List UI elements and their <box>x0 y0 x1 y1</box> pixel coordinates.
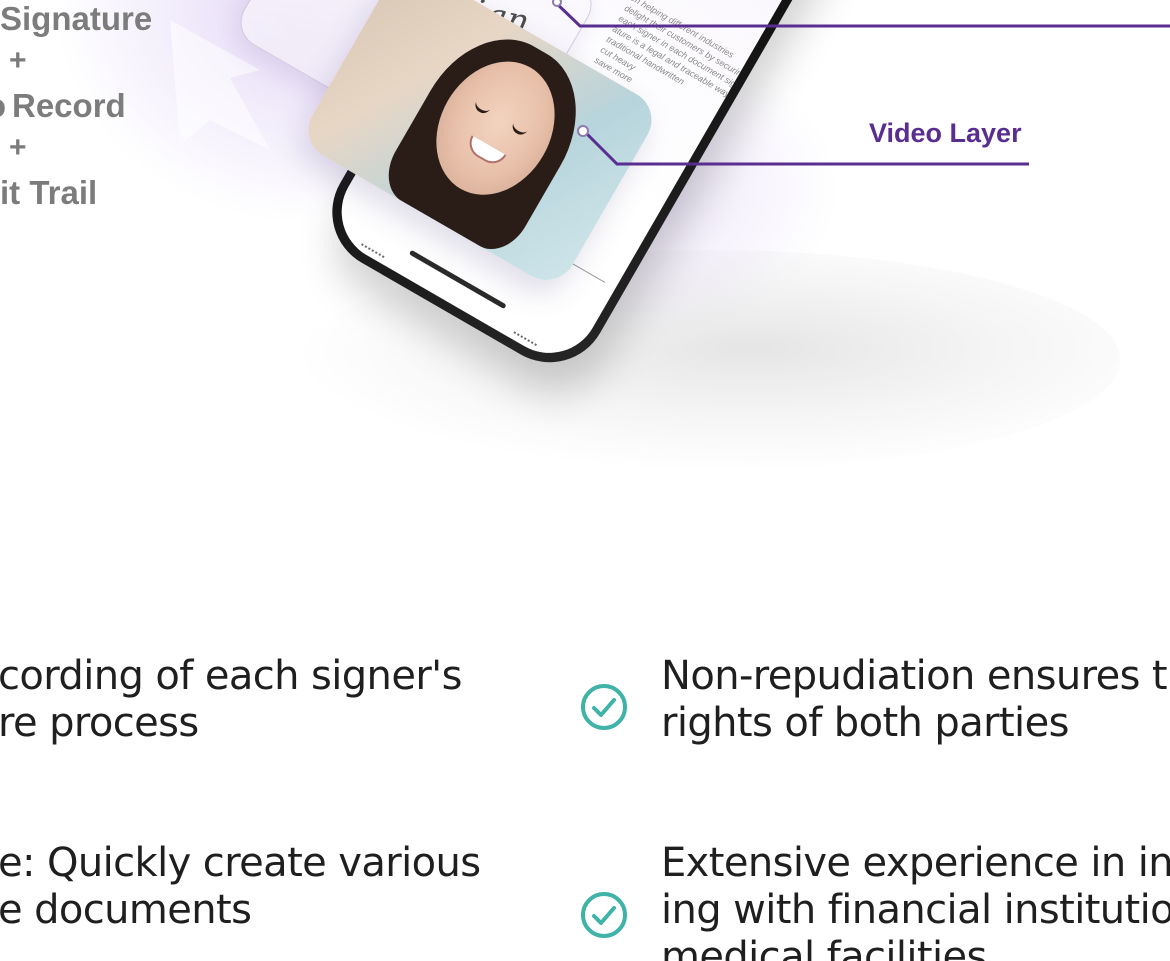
feature-right-2: Extensive experience in inte ing with fi… <box>661 840 1170 961</box>
feature-left-2: e: Quickly create various e documents <box>0 840 481 933</box>
page: Signature + oRecord + it Trail en helpin… <box>0 0 1170 961</box>
callout-lines <box>551 0 1170 166</box>
feature-left-1: cording of each signer's re process <box>0 653 462 746</box>
signature-callout-dot <box>552 0 562 7</box>
check-circle-icon <box>581 684 627 730</box>
video-callout-dot <box>577 125 589 137</box>
check-circle-icon <box>581 892 627 938</box>
feature-right-1: Non-repudiation ensures th rights of bot… <box>661 653 1170 746</box>
video-layer-label: Video Layer <box>869 118 1022 148</box>
signature-callout-line <box>551 0 1170 28</box>
hero-section: Signature + oRecord + it Trail en helpin… <box>0 0 1170 520</box>
